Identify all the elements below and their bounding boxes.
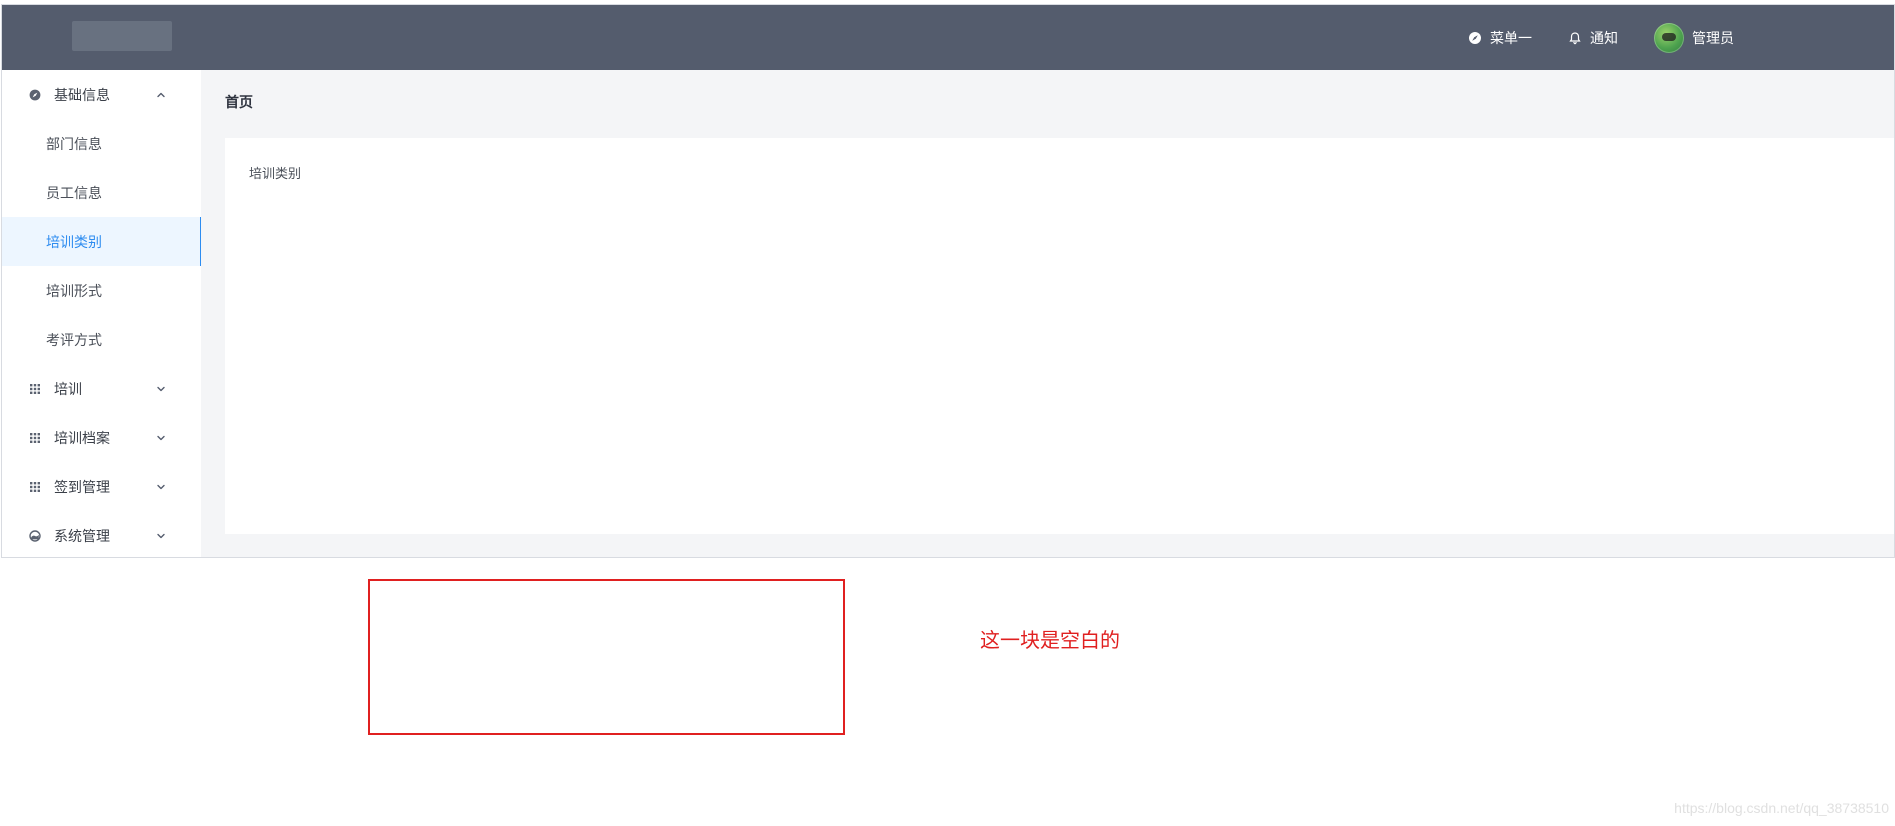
grid-icon [28, 480, 42, 494]
sidebar-item-label: 考评方式 [46, 332, 102, 349]
header-notify-item[interactable]: 通知 [1568, 28, 1618, 48]
header-user-label: 管理员 [1692, 30, 1734, 47]
sidebar-item-label: 员工信息 [46, 185, 102, 202]
sidebar-group-system-management[interactable]: 系统管理 [2, 511, 201, 557]
chevron-down-icon [155, 530, 167, 542]
compass-icon [1468, 31, 1482, 45]
header-menu-label: 菜单一 [1490, 30, 1532, 47]
sidebar-group-label: 培训 [54, 381, 82, 398]
sidebar-item-evaluation-method[interactable]: 考评方式 [2, 315, 201, 364]
top-header: 菜单一 通知 管理员 [2, 5, 1894, 70]
sidebar-item-training-category[interactable]: 培训类别 [2, 217, 202, 266]
compass-icon [28, 88, 42, 102]
page-content-text: 培训类别 [249, 167, 302, 182]
chevron-down-icon [155, 383, 167, 395]
sidebar-group-basic-info[interactable]: 基础信息 [2, 70, 201, 119]
main-content: 首页 培训类别 [201, 70, 1894, 557]
chevron-down-icon [155, 481, 167, 493]
settings-icon [28, 529, 42, 543]
annotation-text: 这一块是空白的 [980, 628, 1120, 652]
sidebar-item-department-info[interactable]: 部门信息 [2, 119, 201, 168]
sidebar-item-label: 部门信息 [46, 136, 102, 153]
content-card: 培训类别 [225, 138, 1894, 534]
sidebar-item-employee-info[interactable]: 员工信息 [2, 168, 201, 217]
sidebar-item-label: 培训类别 [46, 234, 102, 251]
sidebar-group-label: 培训档案 [54, 430, 110, 447]
sidebar-item-label: 培训形式 [46, 283, 102, 300]
breadcrumb[interactable]: 首页 [225, 92, 253, 112]
sidebar-submenu-basic-info: 部门信息 员工信息 培训类别 培训形式 考评方式 [2, 119, 202, 364]
sidebar-group-label: 基础信息 [54, 87, 110, 104]
sidebar-group-training[interactable]: 培训 [2, 364, 201, 413]
header-menu-item[interactable]: 菜单一 [1468, 28, 1532, 48]
header-nav: 菜单一 通知 管理员 [1468, 5, 1734, 70]
header-notify-label: 通知 [1590, 30, 1618, 47]
chevron-down-icon [155, 432, 167, 444]
sidebar-group-training-archive[interactable]: 培训档案 [2, 413, 201, 462]
header-user-item[interactable]: 管理员 [1654, 22, 1734, 53]
logo[interactable] [72, 21, 172, 51]
chevron-up-icon [155, 89, 167, 101]
grid-icon [28, 431, 42, 445]
annotation-highlight-box [368, 579, 845, 735]
sidebar-item-training-format[interactable]: 培训形式 [2, 266, 201, 315]
sidebar-group-label: 系统管理 [54, 528, 110, 545]
sidebar-group-label: 签到管理 [54, 479, 110, 496]
watermark: https://blog.csdn.net/qq_38738510 [1674, 800, 1889, 816]
avatar [1654, 22, 1684, 53]
sidebar: 基础信息 部门信息 员工信息 培训类别 培训形式 考评方式 培训 培训档案 签到… [2, 70, 202, 557]
sidebar-group-sign-in-management[interactable]: 签到管理 [2, 462, 201, 511]
bell-icon [1568, 31, 1582, 45]
app-frame: 菜单一 通知 管理员 基础信息 部门信息 员工信息 培训类别 培训形式 考评方式… [1, 4, 1895, 558]
grid-icon [28, 382, 42, 396]
